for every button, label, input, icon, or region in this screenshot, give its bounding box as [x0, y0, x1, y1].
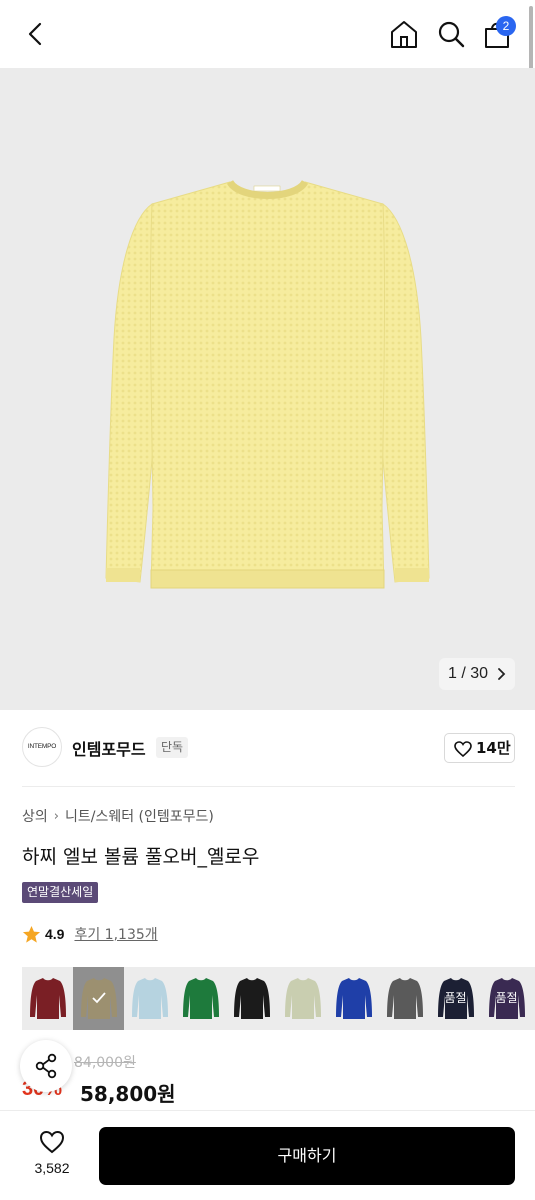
heart-outline-icon — [39, 1130, 65, 1154]
sale-price: 58,800원 — [80, 1082, 176, 1106]
brand-logo[interactable]: INTEMPO — [22, 727, 62, 767]
product-sweater-image — [105, 179, 430, 589]
breadcrumb: 상의 › 니트/스웨터 (인템포무드) — [22, 806, 214, 826]
sweater-thumbnail — [336, 978, 372, 1019]
home-button[interactable] — [388, 18, 420, 50]
sweater-thumbnail — [30, 978, 66, 1019]
buy-button[interactable]: 구매하기 — [99, 1127, 515, 1185]
exclusive-badge: 단독 — [156, 737, 189, 758]
check-icon — [92, 992, 106, 1004]
sweater-thumbnail — [132, 978, 168, 1019]
color-swatch[interactable] — [73, 967, 124, 1030]
back-button[interactable] — [22, 18, 52, 50]
color-swatch[interactable] — [379, 967, 430, 1030]
sweater-thumbnail — [234, 978, 270, 1019]
original-price: 84,000원 — [74, 1055, 136, 1071]
chevron-right-icon — [498, 668, 506, 680]
share-button[interactable] — [20, 1040, 72, 1092]
brand-name-link[interactable]: 인템포무드 — [72, 736, 146, 760]
color-swatch[interactable] — [226, 967, 277, 1030]
image-counter-text: 1 / 30 — [448, 665, 489, 682]
color-swatch[interactable] — [277, 967, 328, 1030]
divider — [22, 786, 515, 787]
home-icon — [391, 21, 417, 48]
rating-score: 4.9 — [45, 926, 65, 942]
search-icon — [438, 21, 465, 48]
top-bar: 2 — [0, 0, 535, 94]
review-count-link[interactable]: 후기 1,135개 — [74, 924, 157, 944]
color-swatch[interactable]: 품절 — [430, 967, 481, 1030]
brand-like-count: 14만 — [476, 739, 511, 757]
color-swatch[interactable] — [175, 967, 226, 1030]
breadcrumb-subcategory[interactable]: 니트/스웨터 (인템포무드) — [65, 806, 214, 826]
chevron-right-icon: › — [53, 808, 59, 824]
heart-outline-icon — [454, 741, 472, 757]
star-icon — [22, 925, 41, 943]
sweater-thumbnail — [183, 978, 219, 1019]
wishlist-count: 3,582 — [34, 1160, 70, 1176]
product-title: 하찌 엘보 볼륨 풀오버_옐로우 — [22, 846, 260, 868]
color-swatch[interactable]: 품절 — [481, 967, 532, 1030]
sale-event-badge[interactable]: 연말결산세일 — [22, 882, 99, 903]
sweater-thumbnail — [387, 978, 423, 1019]
cart-count-badge: 2 — [496, 16, 516, 36]
color-swatch[interactable] — [328, 967, 379, 1030]
color-swatch[interactable] — [124, 967, 175, 1030]
share-icon — [35, 1053, 57, 1079]
brand-like-button[interactable]: 14만 — [444, 733, 515, 763]
breadcrumb-category[interactable]: 상의 — [22, 806, 48, 826]
image-counter-button[interactable]: 1 / 30 — [439, 658, 515, 690]
wishlist-button[interactable]: 3,582 — [22, 1128, 82, 1182]
search-button[interactable] — [436, 18, 466, 50]
sold-out-label: 품절 — [495, 991, 518, 1005]
sweater-thumbnail — [285, 978, 321, 1019]
color-swatch-list: 품절 품절 — [22, 967, 535, 1030]
sold-out-label: 품절 — [444, 991, 467, 1005]
rating-row[interactable]: 4.9 후기 1,135개 — [22, 924, 158, 944]
color-swatch[interactable] — [22, 967, 73, 1030]
chevron-left-icon — [28, 22, 42, 46]
product-image-gallery[interactable] — [0, 68, 535, 710]
